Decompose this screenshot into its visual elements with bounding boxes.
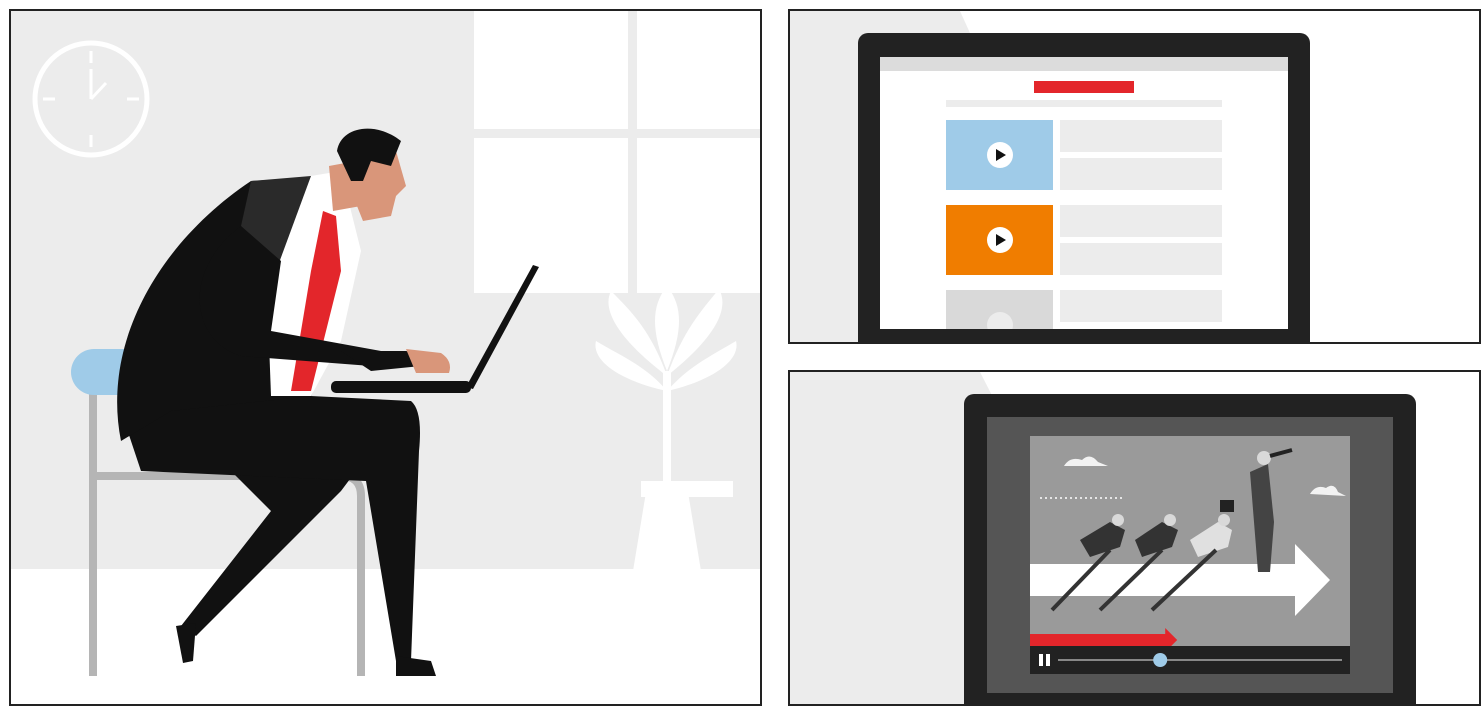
video-frame[interactable] — [1030, 436, 1350, 646]
laptop-screen — [880, 57, 1288, 329]
illustration-businessman-panel — [9, 9, 762, 706]
window — [474, 11, 760, 293]
video-player-scene — [790, 372, 1479, 704]
clock-icon — [32, 40, 150, 158]
illustration-video-player-panel — [788, 370, 1481, 706]
header-red-bar — [1034, 81, 1134, 93]
header-divider — [946, 100, 1222, 107]
illustration-video-list-panel — [788, 9, 1481, 344]
video-list-scene — [790, 11, 1479, 342]
progress-knob[interactable] — [1153, 653, 1168, 667]
businessman-scene — [11, 11, 760, 704]
browser-bar — [880, 57, 1288, 71]
